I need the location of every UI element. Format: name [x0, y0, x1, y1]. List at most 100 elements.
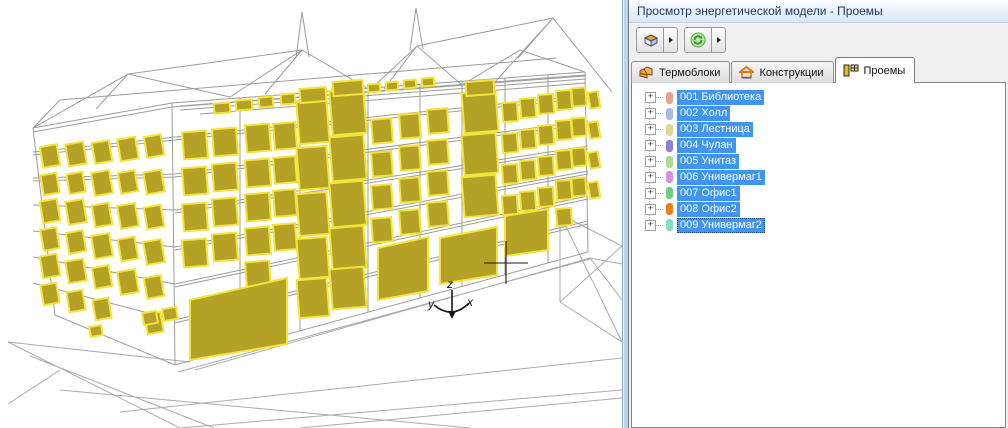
tree-item[interactable]: + 008 Офис2	[632, 201, 1005, 217]
expand-plus-icon[interactable]: +	[645, 172, 656, 183]
tree-item[interactable]: + 002 Холл	[632, 106, 1005, 122]
opening-window	[117, 269, 139, 295]
zone-label[interactable]: 003 Лестница	[677, 122, 753, 137]
opening-window	[144, 275, 164, 299]
expand-plus-icon[interactable]: +	[645, 124, 656, 135]
zone-color-swatch	[666, 219, 673, 231]
expand-plus-icon[interactable]: +	[645, 156, 656, 167]
tree-connector-dots	[656, 113, 663, 114]
tree-connector-dots	[656, 209, 663, 210]
tree-item[interactable]: + 005 Унитаз	[632, 154, 1005, 170]
tree-item[interactable]: + 001 Библиотека	[632, 90, 1005, 106]
tab-openings[interactable]: Проемы	[835, 57, 916, 83]
zones-tree: + 001 Библиотека + 002 Холл + 003 Лестни…	[632, 83, 1005, 233]
view-cube-button[interactable]	[636, 27, 664, 53]
opening-window	[142, 311, 158, 325]
tree-connector-dots	[656, 193, 663, 194]
opening-window	[66, 172, 85, 194]
opening-window	[399, 113, 421, 138]
tree-connector-dots	[656, 129, 663, 130]
tree-item[interactable]: + 007 Офис1	[632, 185, 1005, 201]
tree-connector-dots	[656, 225, 663, 226]
opening-window	[520, 191, 536, 211]
opening-window	[538, 125, 554, 145]
opening-window	[40, 283, 59, 305]
opening-window	[92, 298, 111, 320]
opening-window	[144, 205, 165, 230]
zone-label[interactable]: 006 Универмаг1	[677, 170, 765, 185]
opening-window	[296, 192, 329, 236]
refresh-dropdown[interactable]	[712, 27, 726, 53]
opening-window	[371, 118, 393, 143]
opening-window	[571, 177, 586, 196]
opening-window	[588, 121, 601, 138]
opening-window	[40, 254, 61, 279]
opening-window	[422, 78, 435, 87]
refresh-button[interactable]	[684, 27, 712, 53]
opening-window	[427, 108, 449, 133]
view-cube-dropdown[interactable]	[664, 27, 678, 53]
zone-label[interactable]: 009 Универмаг2	[677, 218, 765, 233]
opening-window	[556, 180, 572, 200]
zone-color-swatch	[666, 187, 673, 199]
opening-window	[399, 145, 421, 170]
opening-window	[299, 87, 326, 103]
opening-window	[281, 93, 296, 104]
zone-label[interactable]: 005 Унитаз	[677, 154, 739, 169]
opening-window	[332, 80, 363, 96]
tree-item[interactable]: + 003 Лестница	[632, 122, 1005, 138]
dropdown-arrow-icon	[717, 37, 721, 43]
expand-plus-icon[interactable]: +	[645, 92, 656, 103]
opening-window	[245, 159, 271, 188]
opening-window	[162, 307, 178, 321]
energy-model-viewer-window: z y x Просмотр энергетической модели - П…	[0, 0, 1008, 428]
opening-window	[236, 99, 253, 110]
opening-window	[399, 177, 421, 202]
zone-label[interactable]: 002 Холл	[677, 106, 730, 121]
expand-plus-icon[interactable]: +	[645, 204, 656, 215]
zone-label[interactable]: 007 Офис1	[677, 186, 740, 201]
model-3d-viewport[interactable]: z y x	[0, 0, 622, 428]
opening-window	[117, 203, 139, 229]
opening-window	[245, 193, 271, 222]
zones-tree-container: + 001 Библиотека + 002 Холл + 003 Лестни…	[631, 82, 1006, 428]
zone-color-swatch	[666, 171, 673, 183]
panel-toolbar	[629, 23, 1008, 57]
opening-window	[502, 102, 518, 122]
panel-title: Просмотр энергетической модели - Проемы	[629, 0, 1008, 23]
tree-item[interactable]: + 006 Универмаг1	[632, 169, 1005, 185]
zone-label[interactable]: 008 Офис2	[677, 202, 740, 217]
axis-x-label: x	[466, 295, 474, 309]
opening-window	[296, 100, 329, 144]
opening-window	[329, 181, 366, 228]
opening-window	[214, 102, 231, 113]
opening-window	[182, 167, 208, 196]
opening-window	[520, 98, 536, 118]
tree-connector-dots	[656, 161, 663, 162]
opening-window	[399, 209, 421, 234]
tree-connector-dots	[656, 145, 663, 146]
tree-item[interactable]: + 004 Чулан	[632, 138, 1005, 154]
opening-window	[144, 134, 164, 158]
zone-label[interactable]: 004 Чулан	[677, 138, 736, 153]
expand-plus-icon[interactable]: +	[645, 140, 656, 151]
tab-bar: Термоблоки Конструкции	[629, 57, 1008, 83]
opening-window	[273, 189, 297, 217]
opening-window	[91, 233, 113, 259]
opening-window	[182, 203, 208, 232]
expand-plus-icon[interactable]: +	[645, 220, 656, 231]
dropdown-arrow-icon	[669, 37, 673, 43]
expand-plus-icon[interactable]: +	[645, 188, 656, 199]
tab-constructions[interactable]: Конструкции	[731, 61, 833, 83]
zone-label[interactable]: 001 Библиотека	[677, 90, 764, 105]
tab-thermoblocks[interactable]: Термоблоки	[631, 61, 730, 83]
opening-window	[386, 82, 399, 91]
opening-window	[588, 151, 601, 168]
tree-item[interactable]: + 009 Универмаг2	[632, 217, 1005, 233]
opening-window	[371, 151, 393, 176]
opening-window	[92, 265, 112, 289]
expand-plus-icon[interactable]: +	[645, 108, 656, 119]
opening-window	[588, 181, 601, 198]
thermoblocks-icon	[639, 66, 654, 79]
constructions-icon	[739, 66, 754, 79]
